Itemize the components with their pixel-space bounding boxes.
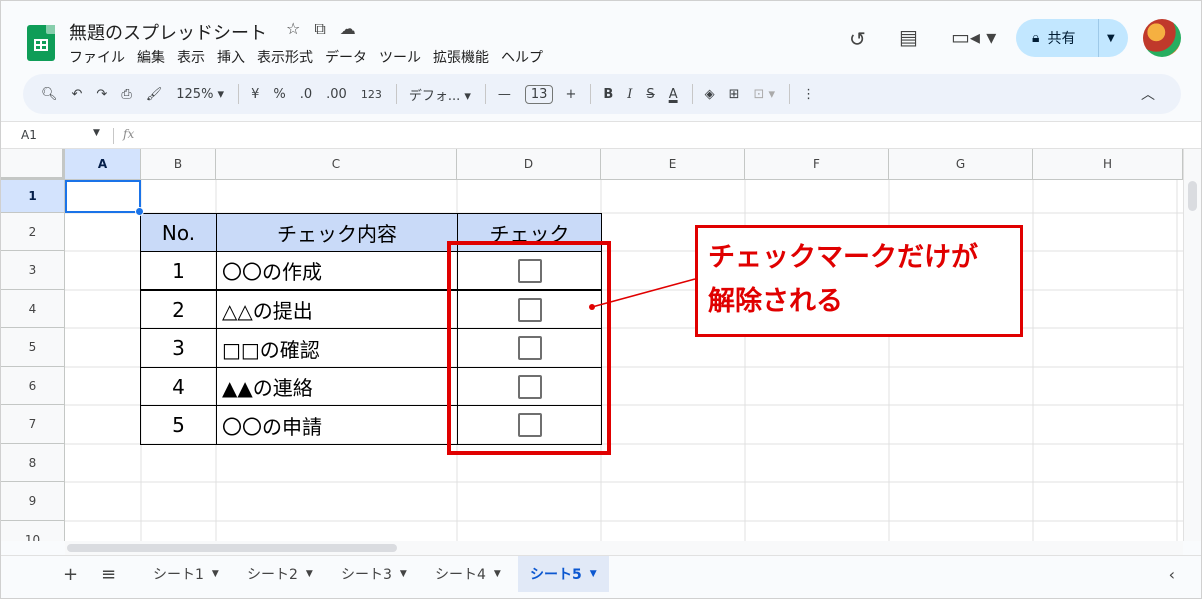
toolbar-divider [590, 84, 592, 104]
bold-button[interactable]: B [603, 87, 613, 102]
sheet-tab-label: シート3 [341, 567, 392, 583]
horizontal-scrollbar[interactable] [65, 541, 1183, 555]
menu-tools[interactable]: ツール [379, 47, 421, 67]
menu-edit[interactable]: 編集 [137, 47, 165, 67]
lock-icon: 🔒︎ [1032, 30, 1040, 46]
title-icons: ☆ ⧉ ☁ [286, 19, 356, 39]
menu-extensions[interactable]: 拡張機能 [433, 47, 489, 67]
formula-divider [113, 128, 114, 144]
vertical-scrollbar[interactable] [1183, 149, 1201, 541]
italic-button[interactable]: I [627, 87, 632, 102]
font-size-increase-icon[interactable]: + [565, 87, 576, 102]
star-icon[interactable]: ☆ [286, 19, 300, 39]
menu-data[interactable]: データ [325, 47, 367, 67]
chevron-down-icon[interactable]: ▼ [494, 569, 501, 579]
more-options-icon[interactable]: ⋮ [802, 87, 815, 102]
spreadsheet-window: 無題のスプレッドシート ☆ ⧉ ☁ ファイル 編集 表示 挿入 表示形式 データ… [0, 0, 1202, 599]
font-size-input[interactable]: 13 [524, 84, 554, 104]
callout-line-1: チェックマークだけが [708, 242, 978, 273]
version-history-icon[interactable]: ↺ [849, 27, 866, 51]
fx-icon: fx [123, 127, 135, 141]
chevron-down-icon[interactable]: ▼ [590, 569, 597, 579]
sheet-tab-bar: + ≡ シート1 ▼ シート2 ▼ シート3 ▼ シート4 ▼ シート5 ▼ ‹ [1, 555, 1201, 593]
sheet-tab-label: シート2 [247, 567, 298, 583]
sheet-tab-1[interactable]: シート1 ▼ [141, 556, 231, 592]
horizontal-scroll-thumb[interactable] [67, 544, 397, 552]
avatar[interactable] [1143, 19, 1181, 57]
sheet-tab-5[interactable]: シート5 ▼ [518, 556, 609, 592]
sheet-tab-label: シート4 [435, 567, 486, 583]
sheets-logo-icon[interactable] [27, 25, 55, 61]
sheet-tab-4[interactable]: シート4 ▼ [423, 556, 513, 592]
toolbar-divider [238, 84, 240, 104]
toolbar-divider [691, 84, 693, 104]
all-sheets-icon[interactable]: ≡ [101, 564, 116, 585]
collapse-menus-icon[interactable]: ︿ [1141, 84, 1155, 104]
move-to-folder-icon[interactable]: ⧉ [314, 19, 325, 39]
toolbar-divider [789, 84, 791, 104]
decrease-decimal-button[interactable]: .0 [300, 87, 312, 102]
toolbar: 🔍︎ ↶ ↷ ⎙ 🖌︎ 125% ▾ ¥ % .0 .00 123 デフォ...… [23, 74, 1181, 114]
chevron-down-icon[interactable]: ▼ [212, 569, 219, 579]
sheet-tab-label: シート5 [530, 567, 582, 583]
undo-icon[interactable]: ↶ [72, 87, 83, 102]
currency-button[interactable]: ¥ [251, 87, 259, 102]
percent-button[interactable]: % [273, 87, 285, 102]
formula-bar: A1 ▼ fx [1, 121, 1201, 149]
toolbar-divider [395, 84, 397, 104]
merge-cells-icon[interactable]: ⊡ ▾ [754, 87, 776, 102]
menu-bar: ファイル 編集 表示 挿入 表示形式 データ ツール 拡張機能 ヘルプ [69, 47, 543, 67]
font-size-decrease-icon[interactable]: — [498, 87, 511, 102]
increase-decimal-button[interactable]: .00 [326, 87, 347, 102]
redo-icon[interactable]: ↷ [96, 87, 107, 102]
menu-insert[interactable]: 挿入 [217, 47, 245, 67]
callout-box: チェックマークだけが 解除される [695, 225, 1023, 337]
toolbar-divider [484, 84, 486, 104]
chevron-down-icon[interactable]: ▼ [1107, 33, 1115, 44]
vertical-scroll-thumb[interactable] [1188, 181, 1197, 211]
cloud-status-icon[interactable]: ☁ [340, 19, 356, 39]
menu-file[interactable]: ファイル [69, 47, 125, 67]
sheet-tab-label: シート1 [153, 567, 204, 583]
paint-format-icon[interactable]: 🖌︎ [146, 87, 163, 102]
sheet-tab-2[interactable]: シート2 ▼ [235, 556, 325, 592]
document-title[interactable]: 無題のスプレッドシート [69, 19, 267, 45]
print-icon[interactable]: ⎙ [121, 87, 131, 102]
collapse-sidebar-icon[interactable]: ‹ [1169, 565, 1175, 584]
zoom-select[interactable]: 125% ▾ [176, 87, 224, 102]
comments-icon[interactable]: ▤ [899, 25, 918, 49]
fill-color-icon[interactable]: ◈ [705, 87, 715, 102]
menu-help[interactable]: ヘルプ [501, 47, 543, 67]
chevron-down-icon[interactable]: ▼ [400, 569, 407, 579]
font-value: デフォ... [408, 88, 461, 104]
share-label: 共有 [1047, 31, 1076, 47]
chevron-down-icon[interactable]: ▼ [306, 569, 313, 579]
sheet-grid[interactable]: A B C D E F G H 1 2 3 4 5 6 7 8 9 10 No.… [1, 149, 1183, 541]
name-box-dropdown-icon[interactable]: ▼ [93, 128, 100, 138]
text-color-button[interactable]: A [669, 87, 678, 102]
name-box[interactable]: A1 [21, 128, 37, 142]
add-sheet-icon[interactable]: + [63, 564, 78, 585]
share-divider [1098, 19, 1099, 57]
menu-view[interactable]: 表示 [177, 47, 205, 67]
search-icon[interactable]: 🔍︎ [41, 87, 58, 102]
sheet-tab-3[interactable]: シート3 ▼ [329, 556, 419, 592]
meet-icon[interactable]: ▭◂ ▾ [951, 25, 996, 49]
borders-icon[interactable]: ⊞ [729, 87, 740, 102]
font-select[interactable]: デフォ... ▾ [409, 85, 471, 104]
zoom-value: 125% [176, 86, 214, 102]
strikethrough-button[interactable]: S [646, 87, 654, 102]
share-button[interactable]: 🔒︎ 共有 ▼ [1016, 19, 1128, 57]
more-formats-button[interactable]: 123 [361, 88, 382, 101]
callout-leader-line [589, 278, 696, 310]
callout-line-2: 解除される [708, 286, 843, 317]
menu-format[interactable]: 表示形式 [257, 47, 313, 67]
